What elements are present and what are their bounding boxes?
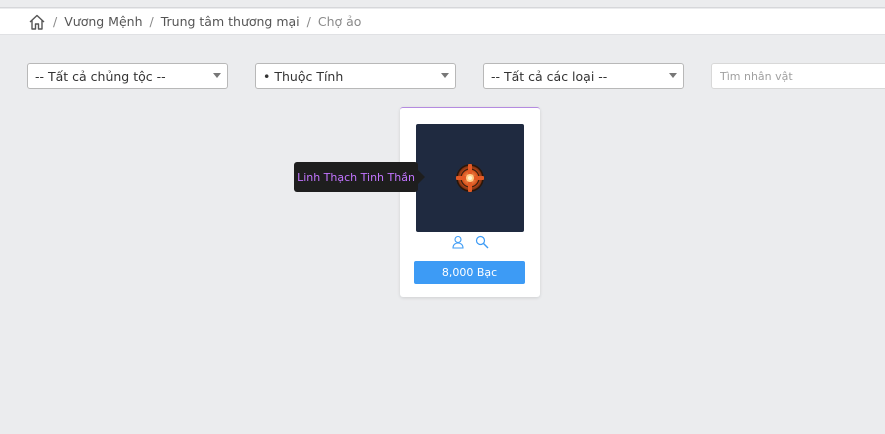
breadcrumb-item-current: Chợ ảo (317, 14, 362, 29)
user-icon[interactable] (451, 235, 465, 249)
home-icon[interactable] (28, 13, 46, 31)
magnify-icon[interactable] (475, 235, 489, 249)
search-input[interactable] (711, 63, 885, 89)
type-select[interactable]: -- Tất cả các loại -- (483, 63, 684, 89)
spirit-stone-icon (456, 164, 484, 192)
race-select[interactable]: -- Tất cả chủng tộc -- (27, 63, 228, 89)
attribute-select[interactable]: • Thuộc Tính (255, 63, 456, 89)
breadcrumb-separator: / (53, 14, 58, 29)
item-card[interactable]: 8,000 Bạc (400, 107, 540, 297)
breadcrumb-item-trung-tam[interactable]: Trung tâm thương mại (161, 14, 300, 29)
buy-price-button[interactable]: 8,000 Bạc (414, 261, 525, 284)
chevron-down-icon (669, 73, 677, 78)
item-thumbnail[interactable] (416, 124, 524, 232)
breadcrumb: / Vương Mệnh / Trung tâm thương mại / Ch… (0, 9, 885, 35)
chevron-down-icon (213, 73, 221, 78)
type-select-value: -- Tất cả các loại -- (491, 68, 608, 84)
breadcrumb-separator: / (306, 14, 311, 29)
top-strip (0, 0, 885, 8)
item-actions (400, 235, 540, 251)
breadcrumb-item-vuong-menh[interactable]: Vương Mệnh (64, 14, 142, 29)
breadcrumb-separator: / (149, 14, 154, 29)
race-select-value: -- Tất cả chủng tộc -- (35, 68, 166, 84)
chevron-down-icon (441, 73, 449, 78)
attribute-select-value: • Thuộc Tính (263, 68, 344, 84)
item-tooltip: Linh Thạch Tinh Thần (294, 162, 425, 192)
